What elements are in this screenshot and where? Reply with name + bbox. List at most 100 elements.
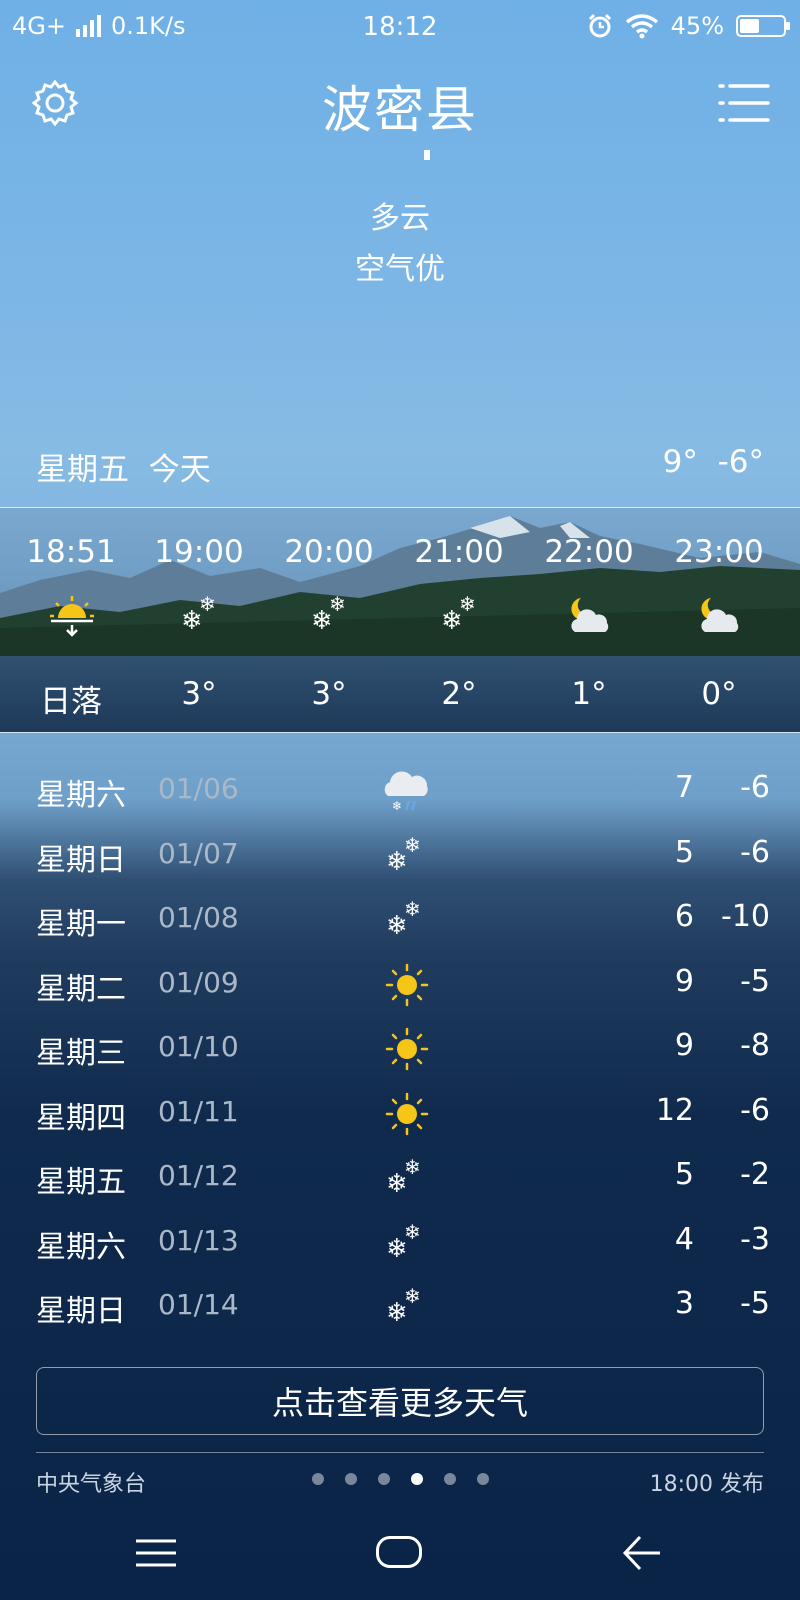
publish-time: 18:00 发布 [649, 1472, 764, 1497]
day-low: -2 [740, 1157, 770, 1192]
day-weekday: 星期日 [36, 842, 126, 878]
hour-time: 22:00 [544, 534, 634, 570]
day-weekday: 星期日 [36, 1294, 126, 1329]
day-high: 4 [674, 1221, 694, 1257]
page-dot[interactable] [378, 1473, 390, 1485]
more-weather-button[interactable]: 点击查看更多天气 [36, 1367, 764, 1435]
page-dot[interactable] [477, 1473, 489, 1485]
sun-icon [385, 1027, 429, 1071]
moon-cloud-icon [701, 598, 739, 632]
hour-time: 19:00 [154, 534, 244, 570]
day-low: -5 [740, 963, 770, 999]
list-item: 星期四 01/11 12 -6 [36, 1083, 770, 1148]
hour-temp: 2° [441, 676, 477, 712]
page-dot[interactable] [312, 1473, 324, 1485]
sleet-icon: ❄ [384, 771, 428, 813]
day-high: 5 [674, 834, 694, 870]
moon-cloud-icon [571, 598, 609, 632]
sun-icon [385, 1092, 429, 1135]
hour-time: 20:00 [284, 534, 374, 570]
day-high: 12 [655, 1092, 694, 1128]
back-icon[interactable] [622, 1534, 662, 1572]
alarm-icon [588, 13, 611, 38]
snow-icon: ❄ ❄ [181, 592, 216, 636]
hour-value: 日落 [40, 684, 102, 720]
day-high: 9 [674, 963, 694, 999]
list-item: 星期二 01/09 9 -5 [36, 954, 770, 1019]
hour-time: 21:00 [414, 534, 504, 570]
snow-icon: ❄ ❄ [386, 1155, 421, 1199]
hourly-forecast[interactable]: 18:51 日落 19:00 ❄ ❄ 3° 20:00 ❄ ❄ 3° 21:00 ❄… [0, 508, 800, 732]
today-text: 今天 [148, 452, 211, 488]
day-date: 01/12 [158, 1159, 239, 1192]
hour-temp: 1° [571, 676, 607, 712]
list-item: 星期日 01/07 ❄ ❄ 5 -6 [36, 825, 770, 890]
day-high: 3 [674, 1286, 694, 1321]
page-dot[interactable] [411, 1473, 423, 1485]
day-weekday: 星期三 [36, 1036, 126, 1071]
today-low: -6° [717, 444, 764, 480]
day-low: -10 [721, 899, 770, 934]
wifi-icon [625, 14, 658, 39]
day-low: -8 [740, 1028, 770, 1063]
weather-condition: 多云 [370, 201, 430, 236]
list-item: 星期五 01/12 ❄ ❄ 5 -2 [36, 1147, 770, 1212]
home-button[interactable] [376, 1536, 422, 1568]
day-weekday: 星期六 [36, 778, 126, 813]
list-item: 星期一 01/08 ❄ ❄ 6 -10 [36, 889, 770, 954]
recent-apps-icon[interactable] [136, 1538, 176, 1568]
day-date: 01/06 [158, 772, 239, 805]
divider [0, 732, 800, 733]
day-high: 9 [674, 1028, 694, 1063]
day-date: 01/11 [158, 1094, 239, 1128]
day-low: -6 [740, 1092, 770, 1128]
list-item: 星期日 01/14 ❄ ❄ 3 -5 [36, 1276, 770, 1341]
day-high: 7 [674, 770, 694, 805]
snow-icon: ❄ ❄ [386, 832, 421, 877]
day-date: 01/07 [158, 836, 239, 870]
today-high: 9° [662, 444, 698, 480]
battery-icon [736, 15, 790, 37]
day-date: 01/13 [158, 1223, 239, 1257]
page-indicator-mark [424, 150, 430, 160]
list-item: 星期三 01/10 9 -8 [36, 1018, 770, 1083]
status-bar: 4G+ 0.1K/s 18:12 45% [0, 0, 800, 54]
day-date: 01/09 [158, 965, 239, 999]
day-low: -5 [740, 1286, 770, 1321]
city-list-icon[interactable] [718, 82, 770, 124]
city-name: 波密县 [322, 81, 478, 139]
today-range: 9° -6° [663, 444, 764, 480]
day-high: 5 [674, 1157, 694, 1192]
snow-icon: ❄ ❄ [386, 1219, 421, 1264]
daily-forecast: 星期六 01/06 ❄ 7 -6 星期日 01/07 ❄ ❄ 5 -6 星期一 0… [36, 760, 770, 1341]
day-high: 6 [674, 899, 694, 934]
today-weekday: 星期五 [36, 452, 129, 488]
hour-temp: 3° [181, 676, 217, 712]
day-date: 01/08 [158, 901, 239, 934]
day-low: -3 [740, 1221, 770, 1257]
today-label: 星期五 今天 [36, 444, 211, 489]
snow-icon: ❄ ❄ [386, 897, 421, 941]
hour-temp: 3° [311, 676, 347, 712]
divider [36, 1452, 764, 1453]
day-weekday: 星期一 [36, 907, 126, 942]
snow-icon: ❄ ❄ [441, 592, 476, 636]
air-quality: 空气优 [355, 252, 445, 287]
hour-time: 18:51 [26, 534, 116, 570]
day-date: 01/14 [158, 1288, 239, 1321]
snow-icon: ❄ ❄ [386, 1284, 421, 1328]
list-item: 星期六 01/13 ❄ ❄ 4 -3 [36, 1212, 770, 1277]
hour-time: 23:00 [674, 534, 764, 570]
day-low: -6 [740, 834, 770, 870]
day-weekday: 星期二 [36, 971, 126, 1007]
snow-icon: ❄ ❄ [311, 592, 346, 636]
page-dot[interactable] [345, 1473, 357, 1485]
day-low: -6 [740, 770, 770, 805]
day-weekday: 星期五 [36, 1165, 126, 1200]
page-dot[interactable] [444, 1473, 456, 1485]
sunset-icon [50, 596, 94, 637]
day-weekday: 星期六 [36, 1229, 126, 1265]
page-dots[interactable] [312, 1473, 489, 1485]
svg-text:❄: ❄ [392, 799, 402, 813]
hour-temp: 0° [701, 676, 737, 712]
